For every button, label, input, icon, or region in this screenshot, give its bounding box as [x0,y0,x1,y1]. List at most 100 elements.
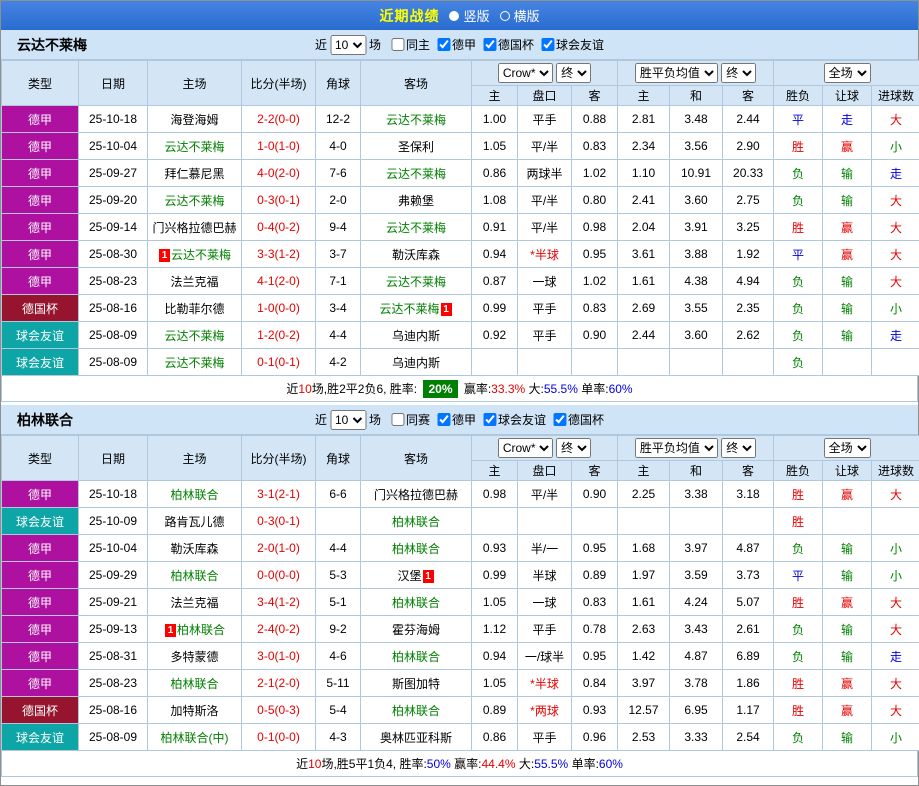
team-link[interactable]: 云达不莱梅 [171,248,231,262]
team-link[interactable]: 柏林联合 [170,677,218,691]
scope-select[interactable]: 全场 [824,63,871,83]
odds-source-select[interactable]: Crow* [498,63,553,83]
score-link[interactable]: 1-0(1-0) [242,133,316,160]
team-link[interactable]: 法兰克福 [170,596,218,610]
team-link[interactable]: 柏林联合 [392,650,440,664]
checkbox-input[interactable] [391,38,404,51]
horizontal-layout-radio[interactable]: 横版 [500,6,540,25]
team-link[interactable]: 霍芬海姆 [392,623,440,637]
team-link[interactable]: 柏林联合 [392,596,440,610]
team-link[interactable]: 柏林联合 [392,704,440,718]
odds-handicap-cell: 一球 [518,268,572,295]
score-link[interactable]: 1-0(0-0) [242,295,316,322]
checkbox-input[interactable] [553,413,566,426]
team-link[interactable]: 海登海姆 [170,113,218,127]
score-link[interactable]: 2-4(0-2) [242,616,316,643]
team-link[interactable]: 拜仁慕尼黑 [164,167,224,181]
score-link[interactable]: 0-3(0-1) [242,187,316,214]
team-link[interactable]: 柏林联合 [177,623,225,637]
team-link[interactable]: 云达不莱梅 [379,302,439,316]
avg-odds-select[interactable]: 胜平负均值 [635,63,718,83]
team-link[interactable]: 斯图加特 [392,677,440,691]
filter-checkbox-2[interactable]: 德国杯 [483,36,534,53]
checkbox-input[interactable] [437,38,450,51]
filter-checkbox-3[interactable]: 德国杯 [553,411,604,428]
team-link[interactable]: 云达不莱梅 [386,221,446,235]
team-link[interactable]: 柏林联合 [392,515,440,529]
avg-final-select[interactable]: 终 [721,438,756,458]
score-link[interactable]: 3-1(2-1) [242,481,316,508]
score-link[interactable]: 2-0(1-0) [242,535,316,562]
odds-final-select[interactable]: 终 [556,63,591,83]
away-team-cell: 圣保利 [361,133,472,160]
score-link[interactable]: 0-0(0-0) [242,562,316,589]
score-link[interactable]: 0-5(0-3) [242,697,316,724]
recent-count-select[interactable]: 10 [330,35,366,55]
team-link[interactable]: 柏林联合 [170,488,218,502]
team-link[interactable]: 云达不莱梅 [164,356,224,370]
avg-final-select[interactable]: 终 [721,63,756,83]
team-link[interactable]: 乌迪内斯 [392,329,440,343]
team-link[interactable]: 路肯瓦儿德 [164,515,224,529]
score-link[interactable]: 3-0(1-0) [242,643,316,670]
team-link[interactable]: 云达不莱梅 [386,167,446,181]
away-team-cell: 云达不莱梅 [361,160,472,187]
filter-checkbox-2[interactable]: 球会友谊 [483,411,546,428]
team-link[interactable]: 比勒菲尔德 [164,302,224,316]
team-link[interactable]: 柏林联合 [392,542,440,556]
score-link[interactable]: 1-2(0-2) [242,322,316,349]
filter-checkbox-0[interactable]: 同主 [391,36,430,53]
team-link[interactable]: 勒沃库森 [392,248,440,262]
checkbox-input[interactable] [483,38,496,51]
score-link[interactable]: 4-0(2-0) [242,160,316,187]
team-link[interactable]: 圣保利 [398,140,434,154]
score-link[interactable]: 0-1(0-1) [242,349,316,376]
team-link[interactable]: 门兴格拉德巴赫 [374,488,458,502]
team-link[interactable]: 汉堡 [397,569,421,583]
score-link[interactable]: 3-4(1-2) [242,589,316,616]
team-link[interactable]: 多特蒙德 [170,650,218,664]
team-link[interactable]: 云达不莱梅 [386,275,446,289]
vertical-layout-radio[interactable]: 竖版 [449,6,489,25]
odds-final-select[interactable]: 终 [556,438,591,458]
recent-count-select[interactable]: 10 [330,410,366,430]
scope-select[interactable]: 全场 [824,438,871,458]
avg-odds-select[interactable]: 胜平负均值 [635,438,718,458]
checkbox-input[interactable] [541,38,554,51]
checkbox-input[interactable] [391,413,404,426]
team-link[interactable]: 乌迪内斯 [392,356,440,370]
score-link[interactable]: 2-2(0-0) [242,106,316,133]
odds-handicap-cell: *半球 [518,241,572,268]
team-link[interactable]: 勒沃库森 [170,542,218,556]
score-link[interactable]: 2-1(2-0) [242,670,316,697]
team-link[interactable]: 法兰克福 [170,275,218,289]
score-link[interactable]: 0-1(0-0) [242,724,316,751]
team-link[interactable]: 柏林联合(中) [161,731,229,745]
odds-source-select[interactable]: Crow* [498,438,553,458]
checkbox-input[interactable] [437,413,450,426]
match-date: 25-10-18 [79,481,148,508]
team-link[interactable]: 门兴格拉德巴赫 [152,221,236,235]
team-link[interactable]: 加特斯洛 [170,704,218,718]
filter-checkbox-1[interactable]: 德甲 [437,36,476,53]
col-score: 比分(半场) [242,436,316,481]
team-link[interactable]: 弗赖堡 [398,194,434,208]
team-link[interactable]: 云达不莱梅 [164,329,224,343]
odds-away-cell: 0.83 [572,589,618,616]
filter-checkbox-3[interactable]: 球会友谊 [541,36,604,53]
checkbox-input[interactable] [483,413,496,426]
team-link[interactable]: 奥林匹亚科斯 [380,731,452,745]
score-link[interactable]: 0-4(0-2) [242,214,316,241]
filter-checkbox-1[interactable]: 德甲 [437,411,476,428]
score-link[interactable]: 0-3(0-1) [242,508,316,535]
filter-checkbox-0[interactable]: 同赛 [391,411,430,428]
team-link[interactable]: 云达不莱梅 [164,140,224,154]
team-link[interactable]: 柏林联合 [170,569,218,583]
score-link[interactable]: 4-1(2-0) [242,268,316,295]
result-cell: 胜 [774,508,823,535]
score-link[interactable]: 3-3(1-2) [242,241,316,268]
match-row: 德甲25-09-131柏林联合2-4(0-2)9-2霍芬海姆1.12平手0.78… [2,616,919,643]
away-team-cell: 乌迪内斯 [361,349,472,376]
team-link[interactable]: 云达不莱梅 [164,194,224,208]
team-link[interactable]: 云达不莱梅 [386,113,446,127]
